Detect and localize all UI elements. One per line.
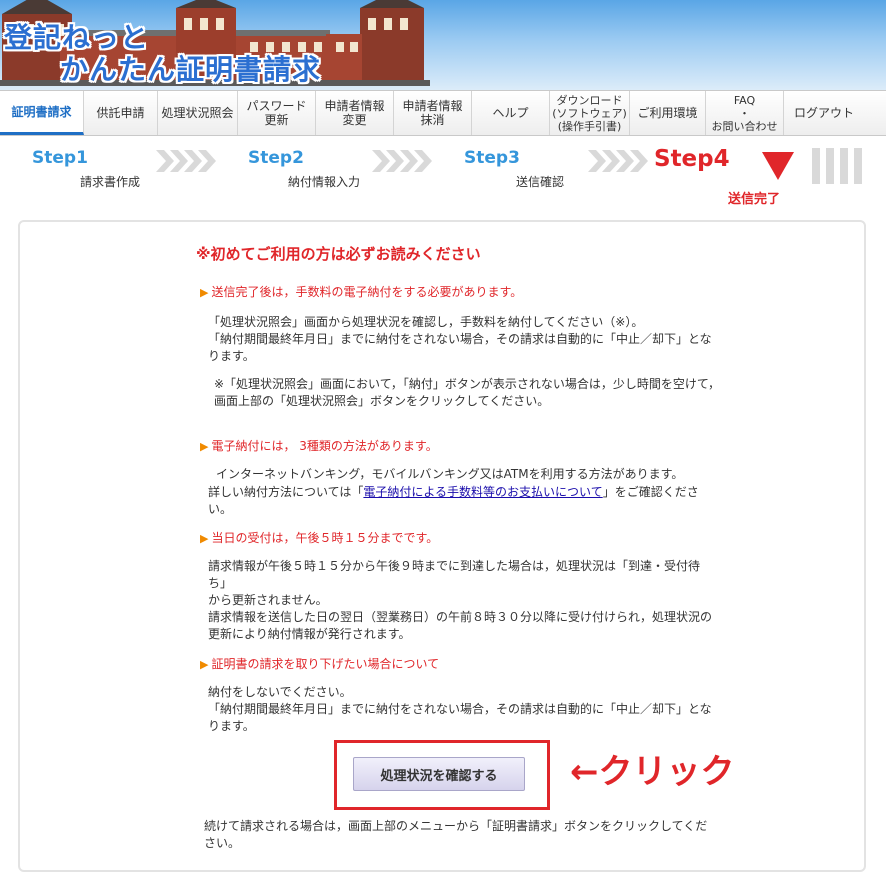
menu-password-update[interactable]: パスワード 更新 (238, 91, 316, 135)
top-menu: 証明書請求 供託申請 処理状況照会 パスワード 更新 申請者情報 変更 申請者情… (0, 90, 886, 136)
chevrons-icon (372, 150, 432, 172)
logo-title-line2: かんたん証明書請求 (60, 53, 322, 86)
section-heading: ▶ 当日の受付は，午後５時１５分までです。 (200, 531, 439, 545)
section-paragraph: 納付をしないでください。 「納付期間最終年月日」までに納付をされない場合，その請… (208, 685, 712, 733)
section-heading: ▶ 電子納付には， 3種類の方法があります。 (200, 439, 438, 453)
grey-bars-decoration (812, 148, 862, 184)
menu-download[interactable]: ダウンロード (ソフトウェア) (操作手引書) (550, 91, 630, 135)
section-heading: ▶ 送信完了後は，手数料の電子納付をする必要があります。 (200, 285, 523, 299)
header-banner: 登記ねっと かんたん証明書請求 (0, 0, 886, 90)
section-paragraph: 請求情報が午後５時１５分から午後９時までに到達した場合は，処理状況は「到達・受付… (208, 559, 713, 641)
arrow-right-icon: ▶ (200, 286, 209, 299)
menu-certificate-request[interactable]: 証明書請求 (0, 91, 84, 135)
current-step-marker-icon (762, 152, 794, 180)
menu-environment[interactable]: ご利用環境 (630, 91, 706, 135)
section-paragraph: インターネットバンキング，モバイルバンキング又はATMを利用する方法があります。 (216, 467, 684, 481)
first-use-notice: ※初めてご利用の方は必ずお読みください (196, 245, 481, 263)
arrow-right-icon: ▶ (200, 532, 209, 545)
menu-applicant-info-delete[interactable]: 申請者情報 抹消 (394, 91, 472, 135)
step-progress: Step1 請求書作成 Step2 納付情報入力 Step3 送信確認 Step… (0, 136, 886, 214)
main-panel: ※初めてご利用の方は必ずお読みください ▶ 送信完了後は，手数料の電子納付をする必… (18, 220, 866, 872)
menu-logout[interactable]: ログアウト (784, 91, 864, 135)
check-status-button[interactable]: 処理状況を確認する (353, 757, 525, 791)
continue-request-note: 続けて請求される場合は，画面上部のメニューから「証明書請求」ボタンをクリックして… (204, 819, 708, 850)
menu-applicant-info-change[interactable]: 申請者情報 変更 (316, 91, 394, 135)
electronic-payment-link[interactable]: 電子納付による手数料等のお支払いについて (363, 485, 602, 499)
menu-deposit-application[interactable]: 供託申請 (84, 91, 158, 135)
section-heading: ▶ 証明書の請求を取り下げたい場合について (200, 657, 440, 671)
step1-caption: 請求書作成 (80, 175, 141, 189)
click-annotation: ←クリック (570, 752, 735, 792)
menu-help[interactable]: ヘルプ (472, 91, 550, 135)
arrow-right-icon: ▶ (200, 440, 209, 453)
menu-status-inquiry[interactable]: 処理状況照会 (158, 91, 238, 135)
step1-label: Step1 (32, 148, 88, 168)
step4-caption: 送信完了 (728, 192, 781, 207)
chevrons-icon (588, 150, 648, 172)
step4-label: Step4 (654, 146, 730, 172)
step2-caption: 納付情報入力 (288, 175, 361, 189)
arrow-right-icon: ▶ (200, 658, 209, 671)
highlight-box: 処理状況を確認する (334, 740, 550, 810)
step2-label: Step2 (248, 148, 304, 168)
section-paragraph: ※「処理状況照会」画面において，「納付」ボタンが表示されない場合は，少し時間を空… (214, 377, 721, 408)
section-paragraph: 「処理状況照会」画面から処理状況を確認し，手数料を納付してください（※）。 「納… (208, 315, 712, 363)
step3-label: Step3 (464, 148, 520, 168)
menu-faq-contact[interactable]: FAQ ・ お問い合わせ (706, 91, 784, 135)
section-paragraph: 詳しい納付方法については「電子納付による手数料等のお支払いについて」をご確認くだ… (208, 485, 699, 516)
chevrons-icon (156, 150, 216, 172)
step3-caption: 送信確認 (516, 175, 565, 189)
